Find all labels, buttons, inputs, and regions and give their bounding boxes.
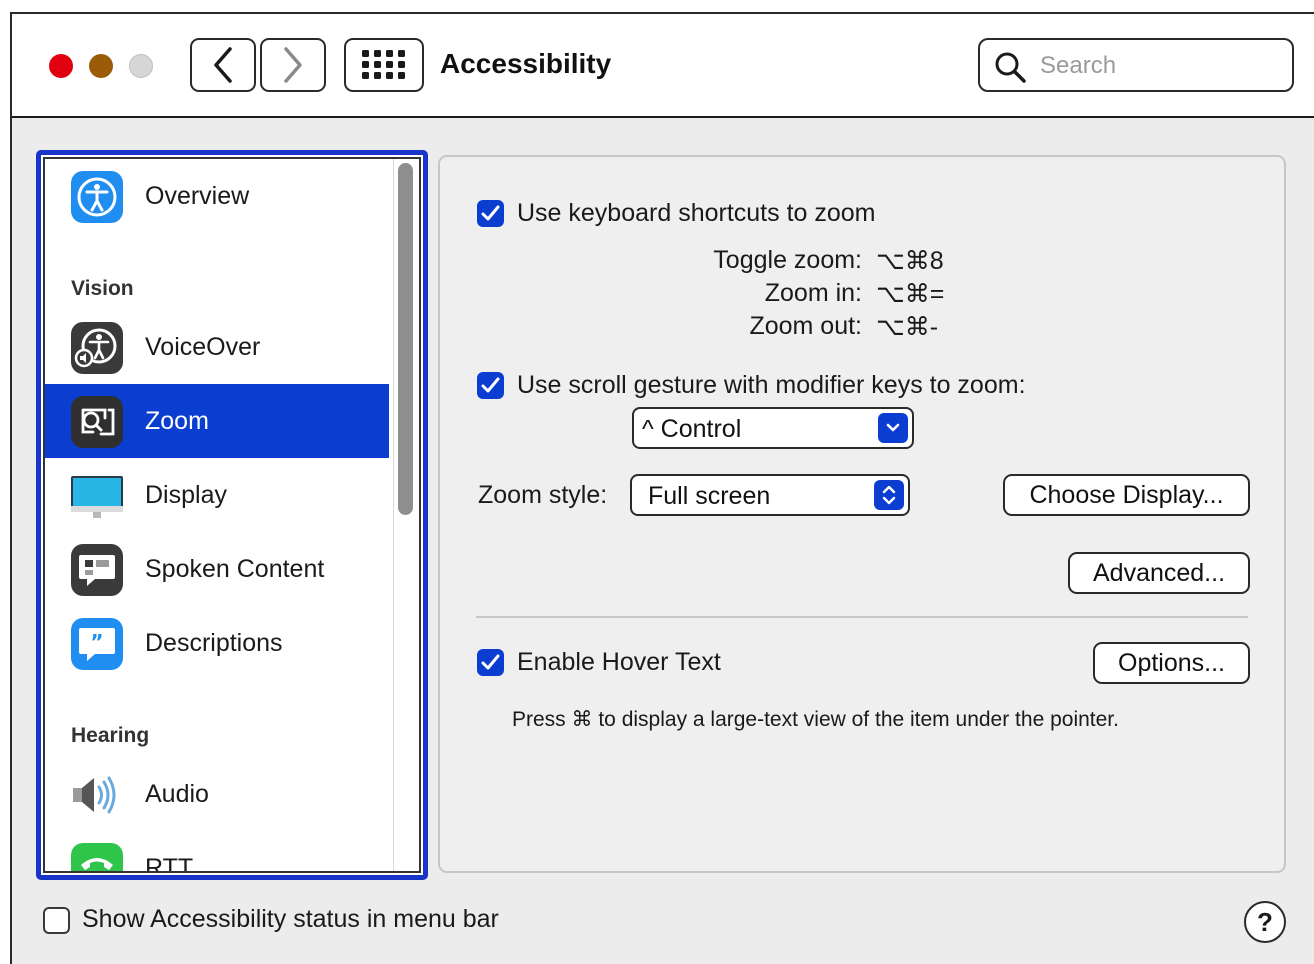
checkmark-icon (481, 377, 500, 393)
hover-text-checkbox[interactable] (477, 649, 504, 676)
checkmark-icon (481, 205, 500, 221)
advanced-button[interactable]: Advanced... (1068, 552, 1250, 594)
zoom-style-value: Full screen (648, 482, 771, 510)
show-all-button[interactable] (344, 38, 424, 92)
sidebar-item-label: VoiceOver (145, 332, 261, 361)
sidebar-section-vision: Vision (71, 277, 134, 300)
zoom-icon (71, 396, 123, 448)
search-field[interactable] (978, 38, 1294, 92)
chevron-right-icon (284, 47, 302, 83)
spoken-content-icon (71, 544, 123, 596)
sidebar[interactable]: Overview Vision VoiceOver Zoom Display S… (36, 150, 428, 880)
shortcut-name-zoom-in: Zoom in: (764, 279, 862, 307)
search-input[interactable] (1038, 48, 1282, 84)
sidebar-item-label: Spoken Content (145, 554, 325, 583)
zoom-style-popup[interactable]: Full screen (630, 474, 910, 516)
toolbar: Accessibility (12, 14, 1314, 118)
shortcut-name-zoom-out: Zoom out: (749, 312, 862, 340)
sidebar-item-display[interactable]: Display (45, 458, 389, 532)
choose-display-button[interactable]: Choose Display... (1003, 474, 1250, 516)
hover-text-label: Enable Hover Text (517, 648, 721, 676)
phone-icon (71, 843, 123, 871)
sidebar-item-label: Descriptions (145, 628, 283, 657)
scroll-gesture-label: Use scroll gesture with modifier keys to… (517, 371, 1026, 399)
up-down-chevron-icon (874, 480, 904, 510)
shortcut-name-toggle: Toggle zoom: (713, 246, 862, 274)
sidebar-item-zoom[interactable]: Zoom (45, 384, 389, 458)
sidebar-item-label: Audio (145, 779, 209, 808)
scroll-gesture-checkbox[interactable] (477, 372, 504, 399)
sidebar-item-audio[interactable]: Audio (45, 757, 389, 831)
shortcut-keys-zoom-in: ⌥⌘= (876, 280, 945, 308)
zoom-style-label: Zoom style: (478, 481, 608, 509)
status-menu-label: Show Accessibility status in menu bar (82, 905, 499, 933)
svg-text:”: ” (90, 630, 103, 654)
minimize-button[interactable] (89, 54, 113, 78)
modifier-key-popup[interactable]: ^ Control (632, 407, 914, 449)
keyboard-shortcuts-label: Use keyboard shortcuts to zoom (517, 199, 876, 227)
sidebar-item-label: RTT (145, 853, 194, 873)
modifier-key-value: ^ Control (642, 415, 742, 443)
help-button[interactable]: ? (1244, 901, 1286, 943)
descriptions-icon: ” (71, 618, 123, 670)
accessibility-icon (71, 171, 123, 223)
sidebar-item-label: Display (145, 480, 227, 509)
window-title: Accessibility (440, 48, 612, 79)
shortcut-keys-zoom-out: ⌥⌘- (876, 313, 939, 341)
chevron-left-icon (214, 47, 232, 83)
grid-icon (362, 50, 405, 79)
hover-text-hint: Press ⌘ to display a large-text view of … (512, 708, 1119, 731)
shortcut-keys-toggle: ⌥⌘8 (876, 247, 944, 275)
sidebar-scrollbar[interactable] (398, 163, 413, 515)
section-divider (476, 616, 1248, 618)
sidebar-section-hearing: Hearing (71, 724, 150, 747)
sidebar-item-descriptions[interactable]: ” Descriptions (45, 606, 389, 680)
back-button[interactable] (190, 38, 256, 92)
sidebar-item-voiceover[interactable]: VoiceOver (45, 310, 389, 384)
voiceover-icon (71, 322, 123, 374)
fullscreen-button[interactable] (129, 54, 153, 78)
speaker-icon (73, 776, 116, 814)
forward-button[interactable] (260, 38, 326, 92)
status-menu-checkbox[interactable] (43, 907, 70, 934)
sidebar-item-spoken-content[interactable]: Spoken Content (45, 532, 389, 606)
checkmark-icon (481, 654, 500, 670)
close-button[interactable] (49, 54, 73, 78)
sidebar-item-rtt[interactable]: RTT (45, 831, 389, 873)
sidebar-list: Overview Vision VoiceOver Zoom Display S… (43, 157, 421, 873)
keyboard-shortcuts-checkbox[interactable] (477, 200, 504, 227)
options-button[interactable]: Options... (1093, 642, 1250, 684)
sidebar-item-overview[interactable]: Overview (45, 159, 389, 233)
display-icon (71, 476, 123, 518)
sidebar-item-label: Zoom (145, 406, 209, 435)
search-icon (995, 52, 1026, 83)
chevron-down-icon (878, 413, 908, 443)
preferences-window: Accessibility Overview Vision (10, 12, 1314, 964)
sidebar-item-label: Overview (145, 181, 250, 210)
sidebar-scroll-track (393, 159, 394, 871)
